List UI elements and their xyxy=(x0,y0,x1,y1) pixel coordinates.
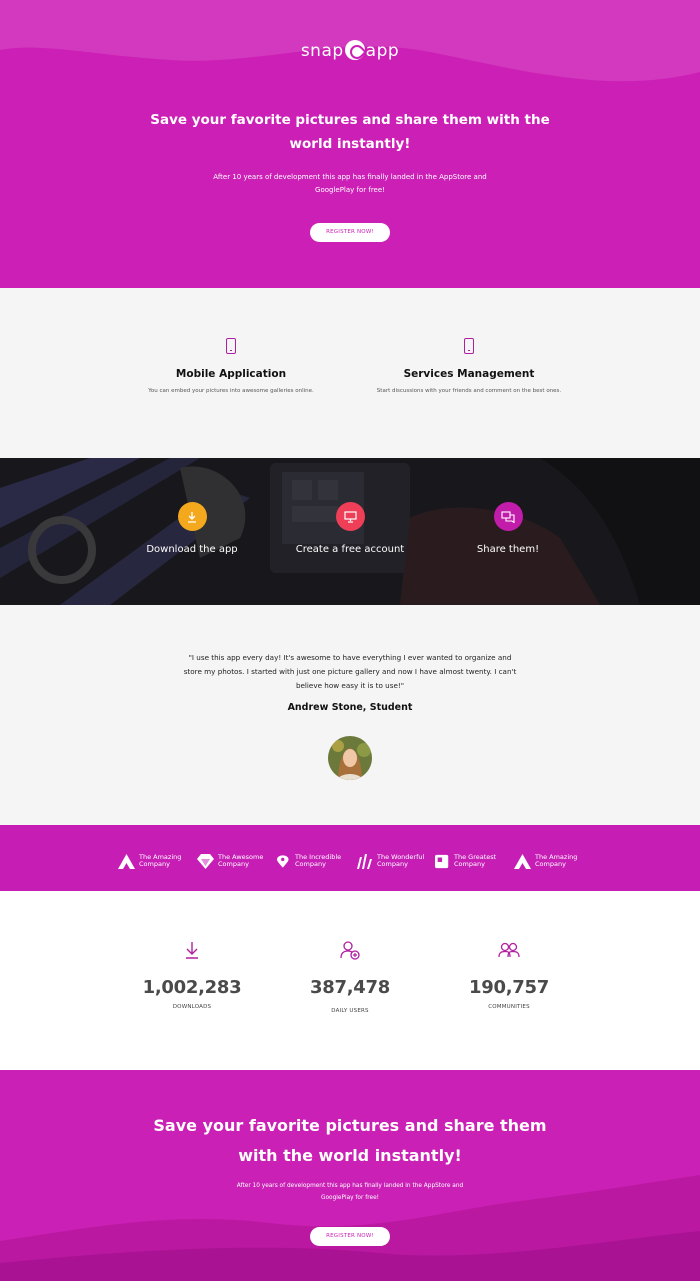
users-icon xyxy=(498,942,520,958)
step-label: Download the app xyxy=(146,544,238,555)
download-icon xyxy=(177,502,207,531)
brand-logo[interactable]: snap app xyxy=(0,40,700,61)
stat-downloads: 1,002,283 DOWNLOADS xyxy=(122,939,262,1010)
company-suffix: Company xyxy=(377,860,408,868)
stat-daily-users: 387,478 DAILY USERS xyxy=(280,939,420,1014)
feature-text: Start discussions with your friends and … xyxy=(376,388,562,394)
feature-text: You can embed your pictures into awesome… xyxy=(148,388,314,394)
triangle-mountain-icon xyxy=(118,853,135,869)
stat-value: 387,478 xyxy=(310,977,390,998)
bars-wave-icon xyxy=(357,853,372,869)
stat-label: COMMUNITIES xyxy=(488,1004,530,1010)
steps-section: Download the app Create a free account S… xyxy=(0,458,700,605)
chat-bubbles-icon xyxy=(493,502,523,531)
location-pin-icon xyxy=(277,854,289,868)
step-label: Create a free account xyxy=(295,544,405,555)
step-share[interactable]: Share them! xyxy=(438,502,578,555)
company-suffix: Company xyxy=(295,860,326,868)
camera-swirl-icon xyxy=(344,40,365,60)
company-suffix: Company xyxy=(218,860,249,868)
features-section: Mobile Application You can embed your pi… xyxy=(0,288,700,458)
stat-value: 1,002,283 xyxy=(142,977,242,998)
step-create-account[interactable]: Create a free account xyxy=(280,502,420,555)
company-logo[interactable]: The Amazing Company xyxy=(514,853,577,869)
company-suffix: Company xyxy=(454,860,485,868)
step-download-app[interactable]: Download the app xyxy=(122,502,262,555)
register-button[interactable]: REGISTER NOW! xyxy=(310,1227,390,1246)
stat-label: DAILY USERS xyxy=(331,1008,369,1014)
testimonial-section: "I use this app every day! It's awesome … xyxy=(0,605,700,825)
partner-logos-section: The Amazing Company The Awesome Company Th… xyxy=(0,825,700,891)
user-add-icon xyxy=(340,941,360,960)
register-button[interactable]: REGISTER NOW! xyxy=(310,223,390,242)
stat-label: DOWNLOADS xyxy=(172,1004,212,1010)
company-logo[interactable]: The Incredible Company xyxy=(277,853,341,869)
avatar xyxy=(328,736,372,780)
footer-cta-title: Save your favorite pictures and share th… xyxy=(153,1116,547,1165)
company-suffix: Company xyxy=(139,860,170,868)
triangle-mountain-icon xyxy=(514,853,531,869)
testimonial-quote: "I use this app every day! It's awesome … xyxy=(183,653,517,690)
hero-subtitle: After 10 years of development this app h… xyxy=(213,173,487,194)
hero-section: snap app Save your favorite pictures and … xyxy=(0,0,700,288)
stat-communities: 190,757 COMMUNITIES xyxy=(439,939,579,1010)
company-suffix: Company xyxy=(535,860,566,868)
feature-title: Services Management xyxy=(403,368,535,380)
stats-section: 1,002,283 DOWNLOADS 387,478 DAILY USERS … xyxy=(0,891,700,1070)
step-label: Share them! xyxy=(476,544,540,555)
smartphone-icon xyxy=(226,338,236,354)
download-icon xyxy=(186,942,198,959)
testimonial-author: Andrew Stone, Student xyxy=(287,702,413,713)
brand-name-right: app xyxy=(365,41,400,61)
company-logo[interactable]: The Awesome Company xyxy=(197,853,263,869)
feature-mobile-application: Mobile Application You can embed your pi… xyxy=(131,338,331,396)
hero-title: Save your favorite pictures and share th… xyxy=(150,112,550,152)
square-badge-icon xyxy=(435,854,449,868)
feature-title: Mobile Application xyxy=(175,368,287,380)
feature-services-management: Services Management Start discussions wi… xyxy=(369,338,569,396)
company-logo[interactable]: The Amazing Company xyxy=(118,853,181,869)
stat-value: 190,757 xyxy=(469,977,549,998)
monitor-icon xyxy=(335,502,365,531)
company-logo[interactable]: The Wonderful Company xyxy=(356,853,424,869)
footer-cta-section: Save your favorite pictures and share th… xyxy=(0,1070,700,1281)
footer-cta-subtitle: After 10 years of development this app h… xyxy=(236,1183,464,1201)
company-logo[interactable]: The Greatest Company xyxy=(435,853,496,869)
brand-name-left: snap xyxy=(300,41,344,61)
diamond-icon xyxy=(197,853,214,869)
smartphone-icon xyxy=(464,338,474,354)
